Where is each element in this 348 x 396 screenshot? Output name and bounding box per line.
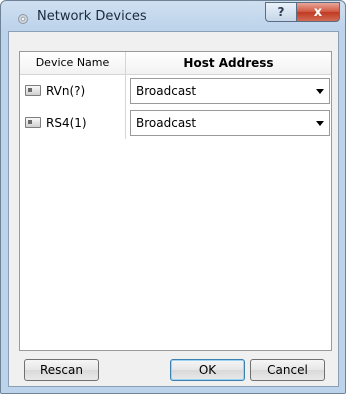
- devices-table: Device Name Host Address RVn(?) Broadcas…: [19, 51, 332, 351]
- window-title: Network Devices: [37, 9, 147, 24]
- host-address-select[interactable]: Broadcast: [130, 78, 330, 104]
- ok-button[interactable]: OK: [170, 359, 245, 381]
- column-header-host-address[interactable]: Host Address: [126, 52, 331, 74]
- device-icon: [25, 117, 41, 128]
- table-header: Device Name Host Address: [20, 52, 331, 75]
- network-devices-dialog: Network Devices ? x Device Name Host Add…: [0, 0, 346, 394]
- cancel-button[interactable]: Cancel: [250, 359, 325, 381]
- help-button[interactable]: ?: [265, 2, 297, 22]
- chevron-down-icon[interactable]: [316, 89, 324, 94]
- column-header-device-name[interactable]: Device Name: [20, 52, 126, 74]
- host-address-select[interactable]: Broadcast: [130, 110, 330, 136]
- table-row[interactable]: RS4(1) Broadcast: [20, 107, 331, 139]
- host-address-value: Broadcast: [136, 116, 197, 130]
- device-name: RS4(1): [46, 116, 87, 130]
- close-icon: x: [313, 4, 323, 20]
- rescan-button[interactable]: Rescan: [24, 359, 99, 381]
- device-name-cell[interactable]: RVn(?): [20, 75, 126, 107]
- chevron-down-icon[interactable]: [316, 121, 324, 126]
- close-button[interactable]: x: [296, 2, 340, 22]
- title-bar[interactable]: Network Devices ? x: [1, 1, 345, 31]
- device-name-cell[interactable]: RS4(1): [20, 107, 126, 139]
- help-icon: ?: [277, 5, 285, 19]
- device-icon: [25, 85, 41, 96]
- gear-icon: [18, 14, 28, 24]
- table-row[interactable]: RVn(?) Broadcast: [20, 75, 331, 107]
- host-address-value: Broadcast: [136, 84, 197, 98]
- dialog-body: Device Name Host Address RVn(?) Broadcas…: [8, 31, 339, 387]
- device-name: RVn(?): [46, 84, 86, 98]
